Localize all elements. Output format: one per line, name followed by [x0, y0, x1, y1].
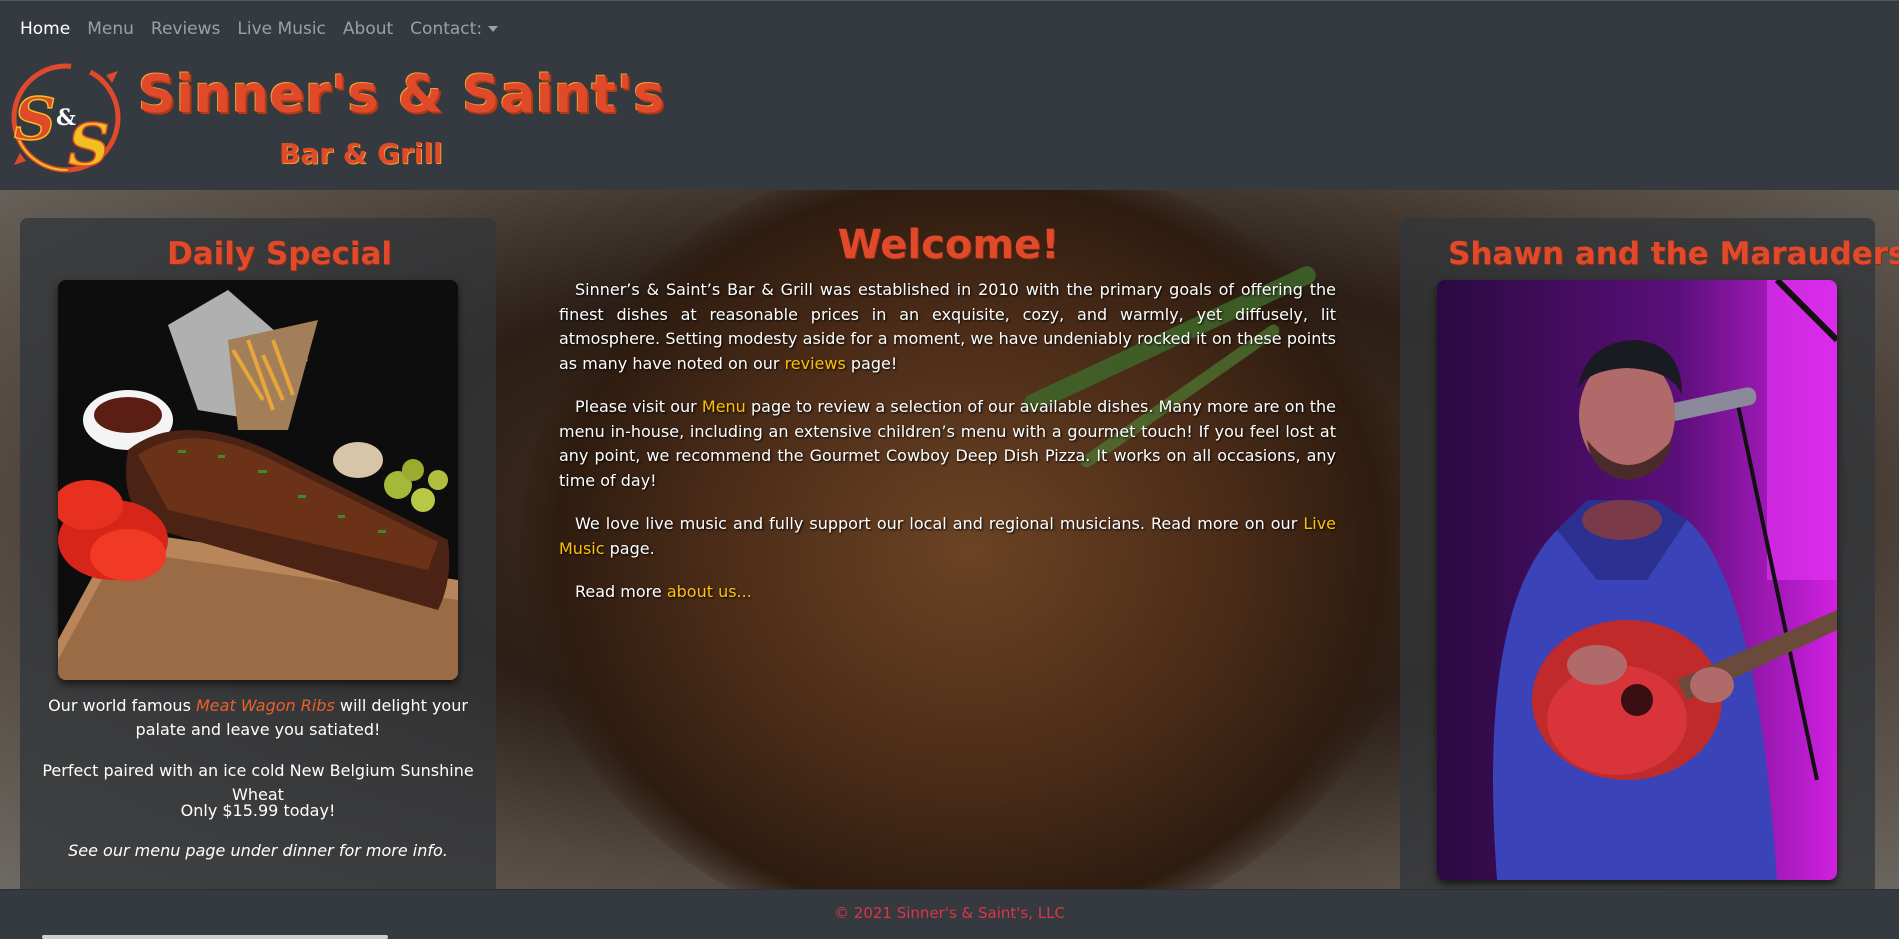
paragraph-text: Sinner’s & Saint’s Bar & Grill was estab… [559, 280, 1336, 373]
paragraph-text: page. [604, 538, 655, 558]
nav-live-music-link[interactable]: Live Music [237, 19, 326, 39]
special-more-info: See our menu page under dinner for more … [68, 841, 448, 860]
nav-contact-dropdown[interactable]: Contact: [410, 19, 499, 39]
site-footer: © 2021 Sinner's & Saint's, LLC [0, 889, 1899, 939]
ribs-photo [58, 280, 458, 680]
welcome-body: Sinner’s & Saint’s Bar & Grill was estab… [559, 278, 1336, 624]
paragraph-text: Please visit our [575, 397, 702, 416]
brand-logo[interactable]: S & S [6, 61, 126, 175]
special-description: Our world famous Meat Wagon Ribs will de… [30, 694, 486, 742]
paragraph-text: page! [845, 353, 898, 373]
welcome-paragraph-3: We love live music and fully support our… [559, 512, 1336, 561]
caret-down-icon [488, 26, 499, 32]
site-header: Home Menu Reviews Live Music About Conta… [0, 0, 1899, 190]
band-photo [1437, 280, 1837, 880]
nav-home-link[interactable]: Home [20, 19, 70, 39]
brand-subtitle: Bar & Grill [279, 137, 443, 170]
svg-text:S: S [14, 85, 56, 153]
welcome-paragraph-2: Please visit our Menu page to review a s… [559, 395, 1336, 493]
horizontal-scrollbar[interactable] [42, 935, 388, 939]
nav-about-link[interactable]: About [343, 19, 393, 39]
svg-text:S: S [68, 111, 110, 175]
nav-menu-link[interactable]: Menu [87, 19, 134, 39]
paragraph-text: Read more [575, 582, 667, 601]
brand-title: Sinner's & Saint's [138, 65, 665, 125]
menu-link[interactable]: Menu [702, 397, 746, 416]
special-dish-name: Meat Wagon Ribs [196, 696, 335, 715]
welcome-title: Welcome! [837, 222, 1060, 268]
welcome-paragraph-4: Read more about us... [559, 580, 1336, 605]
welcome-paragraph-1: Sinner’s & Saint’s Bar & Grill was estab… [559, 278, 1336, 376]
nav-reviews-link[interactable]: Reviews [151, 19, 221, 39]
reviews-link[interactable]: reviews [785, 354, 846, 373]
special-price: Only $15.99 today! [180, 801, 336, 820]
copyright-text: © 2021 Sinner's & Saint's, LLC [834, 904, 1065, 922]
special-text-part: Our world famous [48, 696, 196, 715]
daily-special-title: Daily Special [167, 236, 392, 272]
paragraph-text: We love live music and fully support our… [575, 514, 1304, 533]
main-nav: Home Menu Reviews Live Music About Conta… [20, 19, 515, 39]
nav-contact-label: Contact: [410, 19, 483, 39]
band-title: Shawn and the Marauders [1448, 236, 1899, 272]
about-us-link[interactable]: about us... [667, 582, 752, 601]
